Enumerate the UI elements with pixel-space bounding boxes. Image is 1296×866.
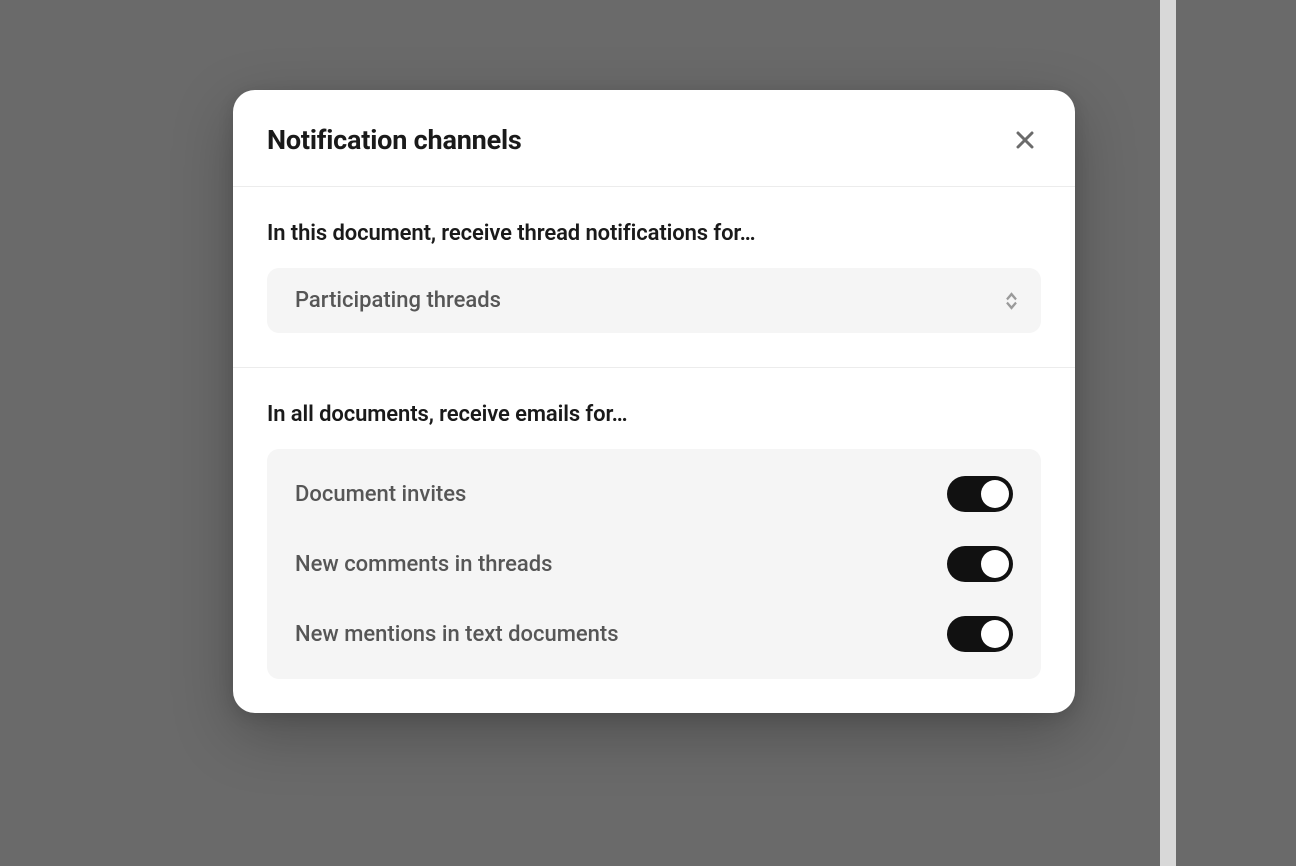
close-icon	[1013, 128, 1037, 152]
switch-knob	[981, 550, 1009, 578]
toggle-row-document-invites: Document invites	[267, 459, 1041, 529]
email-notifications-section: In all documents, receive emails for… Do…	[233, 368, 1075, 713]
toggle-switch-new-comments[interactable]	[947, 546, 1013, 582]
email-notifications-label: In all documents, receive emails for…	[267, 402, 1041, 427]
thread-notifications-selected-value: Participating threads	[295, 288, 501, 313]
toggle-row-new-mentions: New mentions in text documents	[267, 599, 1041, 669]
modal-title: Notification channels	[267, 124, 522, 156]
toggle-label: New comments in threads	[295, 552, 552, 577]
switch-knob	[981, 620, 1009, 648]
backdrop-edge	[1160, 0, 1176, 866]
switch-knob	[981, 480, 1009, 508]
thread-notifications-section: In this document, receive thread notific…	[233, 187, 1075, 368]
toggle-label: Document invites	[295, 482, 466, 507]
close-button[interactable]	[1009, 124, 1041, 156]
modal-header: Notification channels	[233, 90, 1075, 187]
select-arrows-icon	[1004, 292, 1019, 310]
email-toggle-list: Document invites New comments in threads…	[267, 449, 1041, 679]
toggle-row-new-comments: New comments in threads	[267, 529, 1041, 599]
thread-notifications-select[interactable]: Participating threads	[267, 268, 1041, 333]
notification-channels-modal: Notification channels In this document, …	[233, 90, 1075, 713]
toggle-switch-document-invites[interactable]	[947, 476, 1013, 512]
toggle-label: New mentions in text documents	[295, 622, 619, 647]
toggle-switch-new-mentions[interactable]	[947, 616, 1013, 652]
thread-notifications-label: In this document, receive thread notific…	[267, 221, 1041, 246]
